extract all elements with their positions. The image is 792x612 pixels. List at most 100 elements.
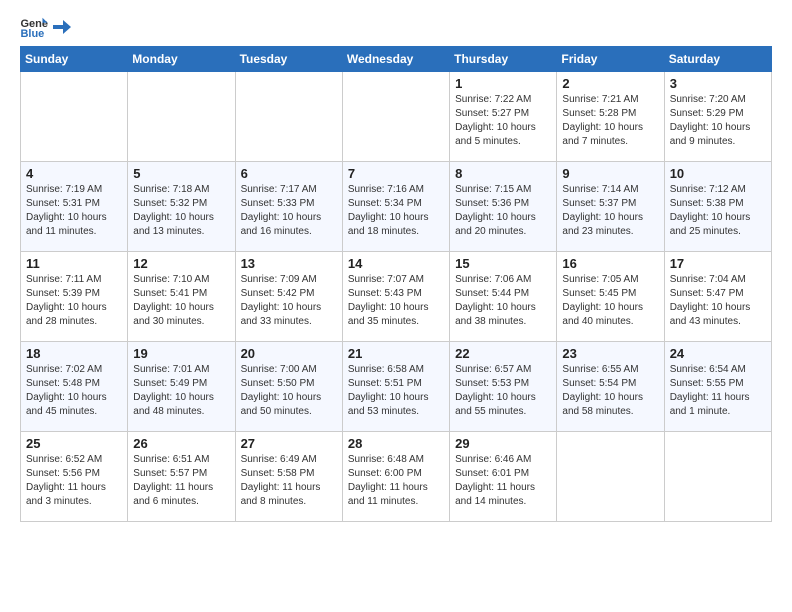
day-info: Sunrise: 7:18 AM Sunset: 5:32 PM Dayligh… (133, 183, 229, 239)
calendar-cell: 5 Sunrise: 7:18 AM Sunset: 5:32 PM Daylig… (128, 162, 235, 252)
calendar-body: 1Sunrise: 7:22 AM Sunset: 5:27 PM Daylig… (21, 72, 772, 522)
calendar-header-friday: Friday (557, 47, 664, 72)
calendar-cell: 27 Sunrise: 6:49 AM Sunset: 5:58 PM Dayli… (235, 432, 342, 522)
calendar-cell (664, 432, 771, 522)
calendar-cell: 8 Sunrise: 7:15 AM Sunset: 5:36 PM Daylig… (450, 162, 557, 252)
day-info: Sunrise: 6:55 AM Sunset: 5:54 PM Dayligh… (562, 363, 658, 419)
day-number: 6 (241, 166, 337, 181)
calendar-cell: 10 Sunrise: 7:12 AM Sunset: 5:38 PM Dayli… (664, 162, 771, 252)
calendar-cell (21, 72, 128, 162)
calendar-cell: 29 Sunrise: 6:46 AM Sunset: 6:01 PM Dayli… (450, 432, 557, 522)
day-info: Sunrise: 7:05 AM Sunset: 5:45 PM Dayligh… (562, 273, 658, 329)
calendar-cell: 4 Sunrise: 7:19 AM Sunset: 5:31 PM Daylig… (21, 162, 128, 252)
calendar-header-tuesday: Tuesday (235, 47, 342, 72)
calendar-week-row: 18 Sunrise: 7:02 AM Sunset: 5:48 PM Dayli… (21, 342, 772, 432)
day-info: Sunrise: 6:51 AM Sunset: 5:57 PM Dayligh… (133, 453, 229, 509)
day-number: 15 (455, 256, 551, 271)
day-number: 23 (562, 346, 658, 361)
calendar-cell: 1Sunrise: 7:22 AM Sunset: 5:27 PM Daylig… (450, 72, 557, 162)
day-info: Sunrise: 7:14 AM Sunset: 5:37 PM Dayligh… (562, 183, 658, 239)
day-number: 11 (26, 256, 122, 271)
calendar-header-saturday: Saturday (664, 47, 771, 72)
calendar-cell: 16 Sunrise: 7:05 AM Sunset: 5:45 PM Dayli… (557, 252, 664, 342)
day-info: Sunrise: 7:02 AM Sunset: 5:48 PM Dayligh… (26, 363, 122, 419)
day-number: 21 (348, 346, 444, 361)
day-number: 26 (133, 436, 229, 451)
calendar-cell: 14Sunrise: 7:07 AM Sunset: 5:43 PM Dayli… (342, 252, 449, 342)
day-number: 20 (241, 346, 337, 361)
calendar-week-row: 4 Sunrise: 7:19 AM Sunset: 5:31 PM Daylig… (21, 162, 772, 252)
day-number: 24 (670, 346, 766, 361)
day-number: 29 (455, 436, 551, 451)
day-info: Sunrise: 6:46 AM Sunset: 6:01 PM Dayligh… (455, 453, 551, 509)
calendar-cell (342, 72, 449, 162)
day-number: 13 (241, 256, 337, 271)
calendar-header-thursday: Thursday (450, 47, 557, 72)
day-info: Sunrise: 7:01 AM Sunset: 5:49 PM Dayligh… (133, 363, 229, 419)
day-number: 5 (133, 166, 229, 181)
day-number: 8 (455, 166, 551, 181)
calendar-cell: 13Sunrise: 7:09 AM Sunset: 5:42 PM Dayli… (235, 252, 342, 342)
day-number: 4 (26, 166, 122, 181)
day-info: Sunrise: 6:58 AM Sunset: 5:51 PM Dayligh… (348, 363, 444, 419)
day-number: 16 (562, 256, 658, 271)
day-info: Sunrise: 7:07 AM Sunset: 5:43 PM Dayligh… (348, 273, 444, 329)
calendar-cell (128, 72, 235, 162)
calendar-cell (557, 432, 664, 522)
calendar-cell: 11 Sunrise: 7:11 AM Sunset: 5:39 PM Dayli… (21, 252, 128, 342)
day-number: 17 (670, 256, 766, 271)
day-number: 7 (348, 166, 444, 181)
calendar-cell: 18 Sunrise: 7:02 AM Sunset: 5:48 PM Dayli… (21, 342, 128, 432)
day-number: 27 (241, 436, 337, 451)
calendar-cell (235, 72, 342, 162)
header: General Blue (20, 16, 772, 38)
calendar-header-sunday: Sunday (21, 47, 128, 72)
calendar-cell: 9 Sunrise: 7:14 AM Sunset: 5:37 PM Daylig… (557, 162, 664, 252)
calendar-cell: 12Sunrise: 7:10 AM Sunset: 5:41 PM Dayli… (128, 252, 235, 342)
calendar-cell: 25 Sunrise: 6:52 AM Sunset: 5:56 PM Dayli… (21, 432, 128, 522)
day-number: 18 (26, 346, 122, 361)
day-info: Sunrise: 7:19 AM Sunset: 5:31 PM Dayligh… (26, 183, 122, 239)
day-info: Sunrise: 7:11 AM Sunset: 5:39 PM Dayligh… (26, 273, 122, 329)
day-info: Sunrise: 7:12 AM Sunset: 5:38 PM Dayligh… (670, 183, 766, 239)
day-info: Sunrise: 7:20 AM Sunset: 5:29 PM Dayligh… (670, 93, 766, 149)
calendar-cell: 20 Sunrise: 7:00 AM Sunset: 5:50 PM Dayli… (235, 342, 342, 432)
day-info: Sunrise: 7:17 AM Sunset: 5:33 PM Dayligh… (241, 183, 337, 239)
logo-icon: General Blue (20, 16, 48, 38)
day-info: Sunrise: 7:15 AM Sunset: 5:36 PM Dayligh… (455, 183, 551, 239)
calendar-cell: 17 Sunrise: 7:04 AM Sunset: 5:47 PM Dayli… (664, 252, 771, 342)
day-info: Sunrise: 7:16 AM Sunset: 5:34 PM Dayligh… (348, 183, 444, 239)
calendar-cell: 15 Sunrise: 7:06 AM Sunset: 5:44 PM Dayli… (450, 252, 557, 342)
calendar-cell: 23 Sunrise: 6:55 AM Sunset: 5:54 PM Dayli… (557, 342, 664, 432)
day-number: 2 (562, 76, 658, 91)
calendar-week-row: 11 Sunrise: 7:11 AM Sunset: 5:39 PM Dayli… (21, 252, 772, 342)
day-info: Sunrise: 6:49 AM Sunset: 5:58 PM Dayligh… (241, 453, 337, 509)
day-number: 22 (455, 346, 551, 361)
day-number: 10 (670, 166, 766, 181)
calendar-week-row: 25 Sunrise: 6:52 AM Sunset: 5:56 PM Dayli… (21, 432, 772, 522)
day-info: Sunrise: 6:48 AM Sunset: 6:00 PM Dayligh… (348, 453, 444, 509)
calendar-cell: 6 Sunrise: 7:17 AM Sunset: 5:33 PM Daylig… (235, 162, 342, 252)
calendar-cell: 7 Sunrise: 7:16 AM Sunset: 5:34 PM Daylig… (342, 162, 449, 252)
day-info: Sunrise: 7:10 AM Sunset: 5:41 PM Dayligh… (133, 273, 229, 329)
day-number: 19 (133, 346, 229, 361)
day-info: Sunrise: 7:06 AM Sunset: 5:44 PM Dayligh… (455, 273, 551, 329)
day-info: Sunrise: 7:00 AM Sunset: 5:50 PM Dayligh… (241, 363, 337, 419)
calendar-cell: 3 Sunrise: 7:20 AM Sunset: 5:29 PM Daylig… (664, 72, 771, 162)
day-info: Sunrise: 6:57 AM Sunset: 5:53 PM Dayligh… (455, 363, 551, 419)
calendar-cell: 2 Sunrise: 7:21 AM Sunset: 5:28 PM Daylig… (557, 72, 664, 162)
day-info: Sunrise: 6:54 AM Sunset: 5:55 PM Dayligh… (670, 363, 766, 419)
calendar-cell: 22 Sunrise: 6:57 AM Sunset: 5:53 PM Dayli… (450, 342, 557, 432)
day-number: 9 (562, 166, 658, 181)
svg-text:Blue: Blue (20, 28, 44, 38)
calendar-header-row: SundayMondayTuesdayWednesdayThursdayFrid… (21, 47, 772, 72)
day-number: 3 (670, 76, 766, 91)
day-number: 25 (26, 436, 122, 451)
day-info: Sunrise: 7:21 AM Sunset: 5:28 PM Dayligh… (562, 93, 658, 149)
calendar-header-monday: Monday (128, 47, 235, 72)
calendar-cell: 21 Sunrise: 6:58 AM Sunset: 5:51 PM Dayli… (342, 342, 449, 432)
day-info: Sunrise: 7:04 AM Sunset: 5:47 PM Dayligh… (670, 273, 766, 329)
calendar-cell: 24 Sunrise: 6:54 AM Sunset: 5:55 PM Dayli… (664, 342, 771, 432)
day-info: Sunrise: 7:22 AM Sunset: 5:27 PM Dayligh… (455, 93, 551, 149)
day-info: Sunrise: 6:52 AM Sunset: 5:56 PM Dayligh… (26, 453, 122, 509)
